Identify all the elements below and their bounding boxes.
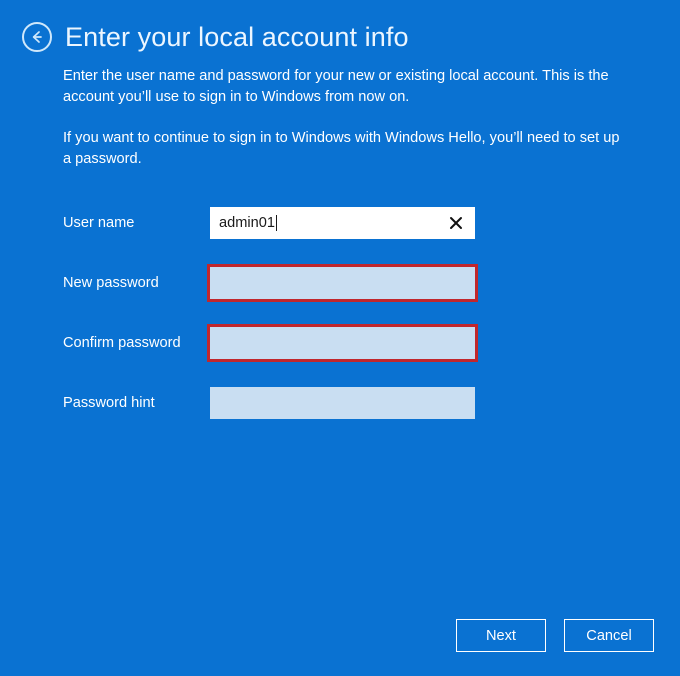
description-paragraph-1: Enter the user name and password for you… [63,68,609,105]
text-caret [275,215,277,231]
user-name-label: User name [63,214,135,231]
back-arrow-icon [28,28,46,46]
back-button[interactable] [22,22,52,52]
password-hint-input[interactable] [210,387,475,419]
new-password-input[interactable] [210,267,475,299]
form-row-confirm-password: Confirm password [63,324,680,362]
form-row-password-hint: Password hint [63,387,680,419]
form-row-user-name: User name admin01 [63,207,680,239]
description-paragraph-2: If you want to continue to sign in to Wi… [63,130,620,167]
account-info-form: User name admin01 New password Confirm p… [0,207,680,419]
confirm-password-label: Confirm password [63,334,181,351]
new-password-label: New password [63,274,159,291]
cancel-button[interactable]: Cancel [564,619,654,652]
user-name-input[interactable]: admin01 [210,207,475,239]
page-header: Enter your local account info [0,0,680,52]
description-block: Enter the user name and password for you… [0,52,623,170]
local-account-setup-page: { "page": { "title": "Enter your local a… [0,0,680,676]
confirm-password-field-wrapper [207,324,478,362]
clear-icon[interactable] [448,215,464,231]
password-hint-field-wrapper [210,387,475,419]
user-name-field-wrapper: admin01 [210,207,475,239]
password-hint-label: Password hint [63,394,155,411]
next-button[interactable]: Next [456,619,546,652]
new-password-field-wrapper [207,264,478,302]
page-title: Enter your local account info [65,21,409,52]
footer-actions: Next Cancel [456,619,654,652]
confirm-password-input[interactable] [210,327,475,359]
form-row-new-password: New password [63,264,680,302]
user-name-value: admin01 [219,215,275,231]
